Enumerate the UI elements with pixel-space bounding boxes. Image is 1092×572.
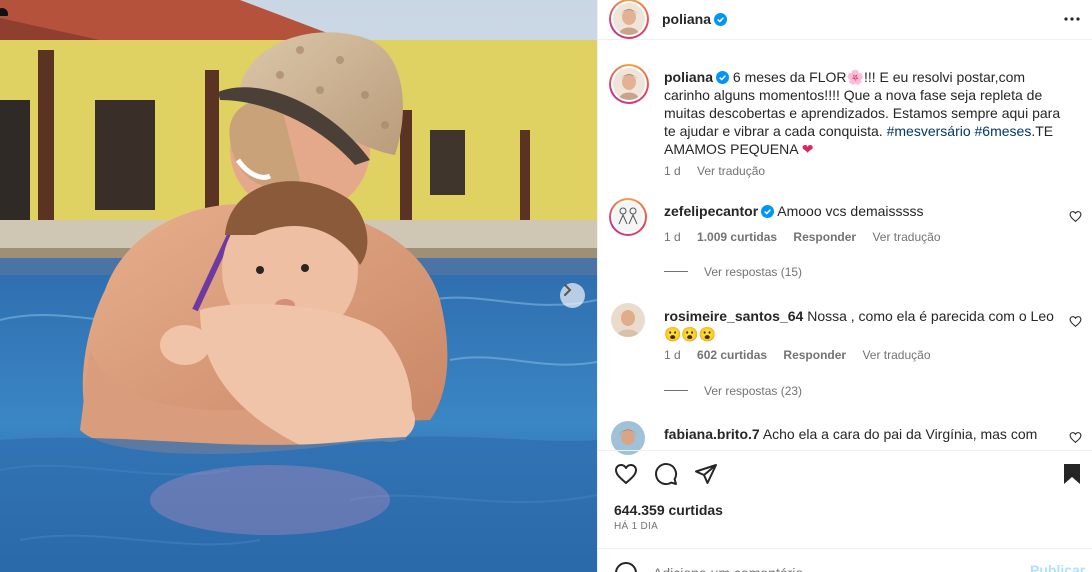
post-header: poliana [598,0,1092,40]
commenter-avatar[interactable] [609,198,647,236]
caption-author-avatar-image [613,68,645,100]
chevron-right-icon [564,284,572,296]
author-avatar[interactable] [609,0,649,39]
heart-icon[interactable] [614,462,638,486]
author-avatar-image [613,3,645,35]
verified-badge-icon [761,205,775,218]
comments-list[interactable]: poliana 6 meses da FLOR🌸!!! E eu resolvi… [598,41,1092,459]
photo-illustration [0,0,597,572]
comment-body: Nossa , como ela é parecida com o Leo [807,308,1054,324]
comment-like-heart-icon[interactable] [1069,431,1082,444]
comment-emojis: 😮😮😮 [664,326,717,342]
replies-divider [664,390,688,391]
commenter-username[interactable]: rosimeire_santos_64 [664,308,803,324]
view-replies-label: Ver respostas (23) [704,384,803,398]
commenter-avatar-image [613,202,643,232]
corner-indicator-icon [0,8,8,16]
hashtag-link[interactable]: #mesversário [887,123,971,139]
post-actions-bar [598,450,1092,495]
post-timestamp: HÁ 1 DIA [614,521,659,532]
bookmark-icon[interactable] [1060,462,1084,486]
comment-text: rosimeire_santos_64 Nossa , como ela é p… [664,307,1054,343]
caption-prefix: 6 meses da FLOR [732,69,847,85]
replies-divider [664,271,688,272]
comment-body: Amooo vcs demaisssss [777,203,924,219]
caption-meta: 1 d Ver tradução [664,164,778,178]
comment-bubble-icon[interactable] [654,462,678,486]
caption-author-avatar[interactable] [609,64,649,104]
comment-likes-count[interactable]: 1.009 curtidas [697,230,777,244]
add-comment-bar: Publicar [598,548,1092,572]
commenter-avatar[interactable] [611,303,645,337]
comment-likes-count[interactable]: 602 curtidas [697,348,767,362]
comment-text: zefelipecantor Amooo vcs demaisssss [664,202,1054,220]
comment-meta: 1 d 1.009 curtidas Responder Ver traduçã… [664,230,954,244]
comment-like-heart-icon[interactable] [1069,315,1082,328]
reply-button[interactable]: Responder [783,348,846,362]
paper-plane-icon[interactable] [694,462,718,486]
comment-time: 1 d [664,230,681,244]
emoji-icon[interactable] [614,561,638,572]
comment-input[interactable] [653,562,1013,572]
reply-button[interactable]: Responder [793,230,856,244]
comment-body: Acho ela a cara do pai da Virgínia, mas … [762,426,1038,442]
verified-badge-icon [714,13,728,26]
comment-text: fabiana.brito.7 Acho ela a cara do pai d… [664,425,1054,443]
caption-time: 1 d [664,164,681,178]
view-replies-link[interactable]: Ver respostas (23) [664,384,802,398]
likes-count[interactable]: 644.359 curtidas [614,502,723,518]
hashtag-link[interactable]: #6meses [975,123,1032,139]
view-replies-label: Ver respostas (15) [704,265,803,279]
author-name-row: poliana [662,11,728,27]
commenter-avatar-image [611,303,645,337]
caption-username[interactable]: poliana [664,69,713,85]
caption-translate-link[interactable]: Ver tradução [697,164,765,178]
flower-emoji: 🌸 [846,69,864,85]
caption-text: poliana 6 meses da FLOR🌸!!! E eu resolvi… [664,68,1064,158]
post-side-panel: poliana poliana 6 meses da FLOR🌸!!! E eu… [597,0,1092,572]
heart-emoji: ❤ [801,141,814,157]
author-username[interactable]: poliana [662,11,711,27]
comment-translate-link[interactable]: Ver tradução [872,230,940,244]
post-photo [0,0,597,572]
comment-time: 1 d [664,348,681,362]
publish-button[interactable]: Publicar [1030,562,1085,572]
more-options-icon[interactable] [1063,10,1081,28]
comment-translate-link[interactable]: Ver tradução [862,348,930,362]
comment-like-heart-icon[interactable] [1069,210,1082,223]
commenter-username[interactable]: fabiana.brito.7 [664,426,760,442]
comment-meta: 1 d 602 curtidas Responder Ver tradução [664,348,944,362]
commenter-username[interactable]: zefelipecantor [664,203,758,219]
verified-badge-icon [716,71,730,84]
carousel-next-button[interactable] [560,283,585,308]
view-replies-link[interactable]: Ver respostas (15) [664,265,802,279]
